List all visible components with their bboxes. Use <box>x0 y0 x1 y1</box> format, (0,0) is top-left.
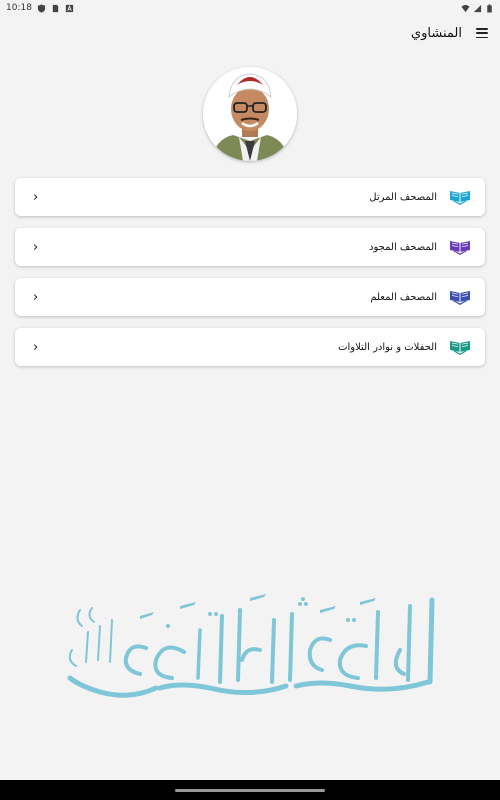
menu-item-label: الحفلات و نوادر التلاوات <box>338 341 437 353</box>
calligraphy-artwork <box>67 594 435 698</box>
menu-item-haflat[interactable]: › الحفلات و نوادر التلاوات <box>15 328 485 366</box>
signal-icon <box>473 4 482 12</box>
app-bar: المنشاوي <box>0 16 500 50</box>
chevron-left-icon: › <box>33 239 39 255</box>
hamburger-menu-icon[interactable] <box>476 28 488 38</box>
menu-item-label: المصحف المجود <box>369 241 437 253</box>
app-title: المنشاوي <box>410 25 462 41</box>
home-gesture-handle[interactable] <box>175 788 325 792</box>
menu-item-label: المصحف المعلم <box>370 291 437 303</box>
menu-item-muallim[interactable]: › المصحف المعلم <box>15 278 485 316</box>
avatar <box>203 67 297 161</box>
chevron-left-icon: › <box>33 289 39 305</box>
open-quran-icon <box>450 241 470 255</box>
status-bar: 10:18 <box>0 0 500 16</box>
chevron-left-icon: › <box>33 189 39 205</box>
shield-icon <box>37 3 46 13</box>
battery-icon <box>487 3 492 13</box>
open-quran-icon <box>450 191 470 205</box>
menu-item-murattal[interactable]: › المصحف المرتل <box>15 178 485 216</box>
open-quran-icon <box>450 291 470 305</box>
reciter-portrait-image <box>203 67 297 161</box>
status-time: 10:18 <box>6 3 32 13</box>
chevron-left-icon: › <box>33 339 39 355</box>
system-navigation-bar <box>0 780 500 800</box>
text-icon <box>65 4 74 12</box>
wifi-icon <box>461 4 470 12</box>
menu-item-label: المصحف المرتل <box>369 191 437 203</box>
sim-icon <box>52 4 59 12</box>
open-quran-icon <box>450 341 470 355</box>
menu-item-mujawwad[interactable]: › المصحف المجود <box>15 228 485 266</box>
